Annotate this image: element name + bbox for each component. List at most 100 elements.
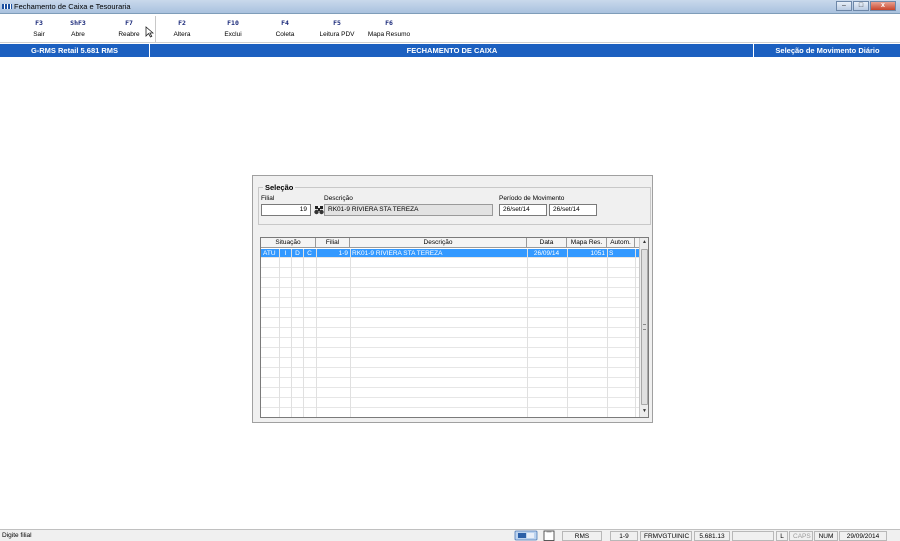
empty-row: [261, 259, 639, 268]
empty-row: [261, 269, 639, 278]
column-divider: [303, 249, 304, 417]
descricao-label: Descrição: [324, 195, 353, 202]
window-title: Fechamento de Caixa e Tesouraria: [14, 2, 131, 11]
col-data[interactable]: Data: [527, 238, 567, 248]
movimento-grid[interactable]: Situação Filial Descrição Data Mapa Res.…: [260, 237, 649, 418]
empty-row: [261, 359, 639, 368]
maximize-button[interactable]: □: [853, 1, 869, 11]
filial-input[interactable]: 19: [261, 204, 311, 216]
status-bar: Digite filial RMS 1-9 FRMVGTUINIC 5.681.…: [0, 529, 900, 541]
toolbar-key: ShF3: [70, 19, 86, 27]
col-autom[interactable]: Autom.: [607, 238, 635, 248]
scrollbar-thumb[interactable]: [641, 249, 648, 405]
screen-subtitle: Seleção de Movimento Diário: [775, 46, 880, 55]
toolbar-altera-button[interactable]: F2 Altera: [158, 19, 206, 38]
column-divider: [291, 249, 292, 417]
empty-row: [261, 309, 639, 318]
cell-situacao-i: I: [284, 250, 287, 257]
grid-vertical-scrollbar[interactable]: ▲ ▼: [639, 238, 648, 417]
col-descricao[interactable]: Descrição: [350, 238, 527, 248]
col-situacao[interactable]: Situação: [261, 238, 316, 248]
status-num: NUM: [814, 531, 838, 541]
window-controls: – □ x: [835, 1, 896, 12]
status-system: RMS: [562, 531, 602, 541]
cell-situacao-d: D: [295, 250, 300, 257]
empty-row: [261, 379, 639, 388]
toolbar-label: Mapa Resumo: [367, 31, 411, 38]
status-range: 1-9: [610, 531, 638, 541]
empty-row: [261, 319, 639, 328]
toolbar-key: F6: [385, 19, 393, 27]
empty-row: [261, 289, 639, 298]
function-key-toolbar: F3 Sair ShF3 Abre F7 Reabre F2 Altera F1…: [0, 15, 900, 43]
periodo-label: Período de Movimento: [499, 195, 565, 202]
status-l: L: [776, 531, 788, 541]
status-version: 5.681.13: [694, 531, 730, 541]
column-divider: [279, 249, 280, 417]
status-date: 29/09/2014: [839, 531, 887, 541]
status-empty: [732, 531, 774, 541]
scroll-up-arrow-icon[interactable]: ▲: [640, 238, 649, 247]
status-message: Digite filial: [2, 532, 32, 539]
column-divider: [635, 249, 636, 417]
empty-row: [261, 329, 639, 338]
cell-situacao-c: C: [307, 250, 312, 257]
cell-mapa-res: 1051: [590, 250, 605, 257]
toolbar-coleta-button[interactable]: F4 Coleta: [261, 19, 309, 38]
empty-row: [261, 279, 639, 288]
module-header-bar: G-RMS Retail 5.681 RMS FECHAMENTO DE CAI…: [0, 44, 900, 57]
column-divider: [350, 249, 351, 417]
status-form: FRMVGTUINIC: [640, 531, 692, 541]
grid-body: ATU I D C 1-9 RK01-9 RIVIERA STA TEREZA …: [261, 249, 639, 417]
grid-header: Situação Filial Descrição Data Mapa Res.…: [261, 238, 639, 248]
screen-title: FECHAMENTO DE CAIXA: [151, 44, 754, 57]
minimize-button[interactable]: –: [836, 1, 852, 11]
binoculars-search-icon[interactable]: [314, 205, 324, 215]
empty-row: [261, 369, 639, 378]
periodo-fim-input[interactable]: 26/set/14: [549, 204, 597, 216]
scroll-down-arrow-icon[interactable]: ▼: [640, 407, 649, 416]
toolbar-separator: [155, 16, 156, 42]
close-button[interactable]: x: [870, 1, 896, 11]
status-caps: CAPS: [789, 531, 813, 541]
empty-row: [261, 339, 639, 348]
toolbar-key: F5: [333, 19, 341, 27]
toolbar-key: F4: [281, 19, 289, 27]
cell-data: 26/09/14: [533, 250, 560, 257]
toolbar-key: F10: [227, 19, 239, 27]
column-divider: [316, 249, 317, 417]
toolbar-exclui-button[interactable]: F10 Exclui: [209, 19, 257, 38]
column-divider: [527, 249, 528, 417]
network-printer-icon: [514, 530, 538, 541]
periodo-inicio-input[interactable]: 26/set/14: [499, 204, 547, 216]
clipboard-icon: [543, 530, 555, 541]
toolbar-label: Coleta: [275, 31, 295, 38]
column-divider: [567, 249, 568, 417]
selecao-groupbox: Seleção Filial 19 Descrição RK01-9 RIVIE…: [258, 183, 651, 225]
toolbar-abre-button[interactable]: ShF3 Abre: [54, 19, 102, 38]
mouse-cursor-icon: [145, 26, 154, 38]
toolbar-label: Altera: [173, 31, 191, 38]
descricao-field: RK01-9 RIVIERA STA TEREZA: [324, 204, 493, 216]
toolbar-mapa-resumo-button[interactable]: F6 Mapa Resumo: [365, 19, 413, 38]
cell-situacao-status: ATU: [263, 250, 276, 257]
col-filial[interactable]: Filial: [316, 238, 350, 248]
title-bar: Fechamento de Caixa e Tesouraria – □ x: [0, 0, 900, 14]
toolbar-label: Abre: [71, 31, 85, 38]
empty-row: [261, 389, 639, 398]
table-row[interactable]: ATU I D C 1-9 RK01-9 RIVIERA STA TEREZA …: [261, 249, 639, 258]
toolbar-leitura-pdv-button[interactable]: F5 Leitura PDV: [313, 19, 361, 38]
scrollbar-grip-icon: [643, 324, 646, 330]
app-icon: [2, 4, 12, 9]
toolbar-label: Exclui: [224, 31, 242, 38]
selection-panel: Seleção Filial 19 Descrição RK01-9 RIVIE…: [252, 175, 653, 423]
empty-row: [261, 399, 639, 408]
col-mapa-res[interactable]: Mapa Res.: [567, 238, 607, 248]
filial-label: Filial: [261, 195, 275, 202]
cell-descricao: RK01-9 RIVIERA STA TEREZA: [352, 250, 443, 257]
empty-row: [261, 299, 639, 308]
cell-autom: S: [609, 250, 614, 257]
application-window: Fechamento de Caixa e Tesouraria – □ x F…: [0, 0, 900, 541]
empty-row: [261, 349, 639, 358]
toolbar-label: Leitura PDV: [319, 31, 355, 38]
